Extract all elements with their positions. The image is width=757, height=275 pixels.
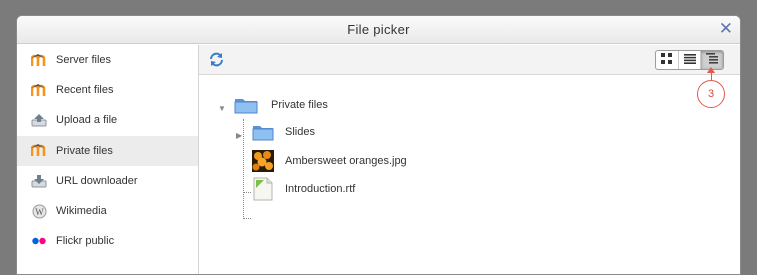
file-picker-dialog: File picker ✕ Server files Recent files … [16,15,741,275]
svg-text:W: W [35,207,44,217]
tree-node-label: Slides [285,126,315,138]
dialog-titlebar: File picker ✕ [17,16,740,44]
sidebar-item-wikimedia[interactable]: W Wikimedia [17,196,198,226]
file-tree: ▼ Private files ▶ Slides Ambersweet oran… [199,75,740,274]
sidebar-item-server-files[interactable]: Server files [17,45,198,75]
moodle-icon [30,52,48,68]
callout-number: 3 [707,88,715,100]
refresh-icon[interactable] [208,51,225,68]
tree-guide-line [243,192,251,193]
grid-icon [661,53,673,67]
sidebar-item-label: Flickr public [56,235,115,248]
repository-sidebar: Server files Recent files Upload a file … [17,45,199,274]
tree-guide-line [243,119,244,219]
sidebar-item-label: Server files [56,54,112,67]
sidebar-item-label: Upload a file [56,114,118,127]
sidebar-item-label: Private files [56,144,113,157]
expand-down-icon[interactable]: ▼ [218,104,226,113]
document-icon [252,177,274,201]
sidebar-item-label: Recent files [56,84,114,97]
moodle-icon [30,143,48,159]
tree-node-label: Ambersweet oranges.jpg [285,155,407,167]
callout-pointer [711,70,712,80]
tree-node-label: Introduction.rtf [285,183,356,195]
close-icon[interactable]: ✕ [718,20,734,37]
file-browser-pane: ▼ Private files ▶ Slides Ambersweet oran… [199,45,740,274]
folder-icon [252,123,274,141]
tree-node-file[interactable]: Introduction.rtf [252,177,355,201]
view-details-button[interactable] [679,51,702,69]
sidebar-item-recent-files[interactable]: Recent files [17,75,198,105]
image-thumbnail-icon [252,150,274,172]
sidebar-item-url-downloader[interactable]: URL downloader [17,166,198,196]
tree-node-file[interactable]: Ambersweet oranges.jpg [252,150,407,172]
folder-icon [234,96,258,114]
flickr-icon [30,233,48,249]
tree-node-label: Private files [271,99,328,111]
file-toolbar [199,45,740,75]
sidebar-item-private-files[interactable]: Private files [17,135,198,166]
sidebar-item-label: Wikimedia [56,205,107,218]
view-icons-button[interactable] [656,51,679,69]
moodle-icon [30,82,48,98]
upload-icon [30,112,48,128]
tree-node-private-files[interactable]: Private files [234,96,328,114]
tree-guide-line [243,218,251,219]
expand-right-icon[interactable]: ▶ [236,131,242,140]
annotation-callout: 3 [697,80,725,108]
tree-node-slides[interactable]: Slides [252,123,315,141]
sidebar-item-flickr-public[interactable]: Flickr public [17,226,198,256]
list-icon [683,53,696,67]
sidebar-item-upload-a-file[interactable]: Upload a file [17,105,198,135]
tree-view-icon [706,53,719,67]
sidebar-item-label: URL downloader [56,174,138,187]
dialog-title: File picker [347,22,410,37]
url-download-icon [30,173,48,189]
wikimedia-icon: W [30,203,48,219]
